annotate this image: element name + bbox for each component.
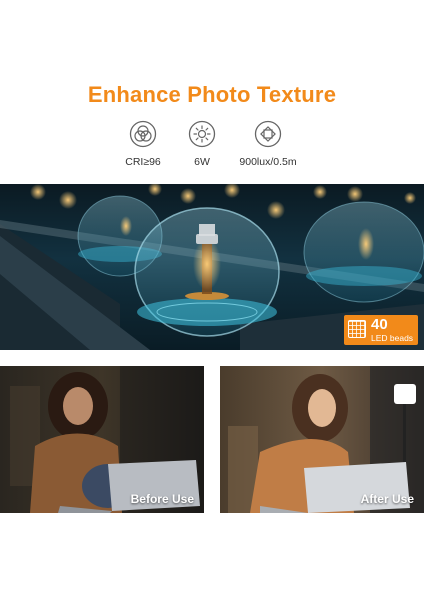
woman-laptop-after-illustration [228,366,424,513]
led-grid-icon [348,320,366,338]
led-count: 40 [371,316,388,333]
brightness-icon [254,120,282,148]
before-use-caption: Before Use [130,492,194,506]
photo-before-use: Before Use [0,366,204,513]
sun-power-icon [188,120,216,148]
hero-image-bulbs: 40 LED beads [0,184,424,350]
woman-laptop-before-illustration [10,366,204,513]
page-title: Enhance Photo Texture [87,82,337,107]
spec-label: 900lux/0.5m [239,156,297,168]
led-label: LED beads [371,333,414,343]
after-use-caption: After Use [360,492,414,506]
color-circles-icon [129,120,157,148]
photo-after-use: After Use [220,366,424,513]
spec-brightness: 900lux/0.5m [223,120,313,168]
led-beads-badge: 40 LED beads [344,315,418,345]
spec-row: CRI≥96 6W 900lux/0.5m [0,120,424,168]
